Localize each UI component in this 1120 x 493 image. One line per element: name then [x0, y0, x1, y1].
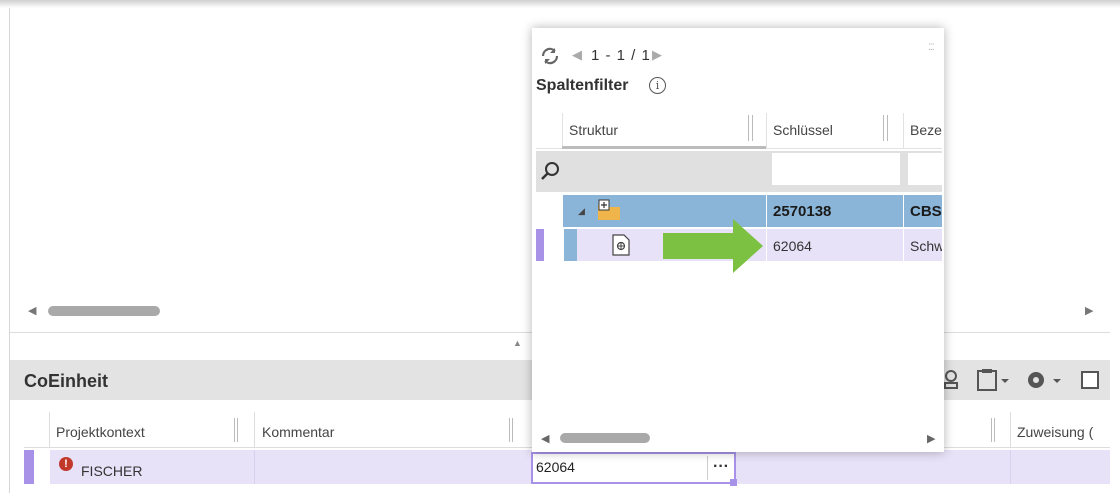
row-gap [544, 229, 564, 261]
pager-next-icon[interactable]: ▶ [652, 47, 662, 63]
cell-divider [766, 229, 767, 261]
column-header-struktur[interactable]: Struktur [569, 122, 618, 138]
green-arrow-annotation [663, 219, 763, 273]
left-border [9, 8, 10, 493]
scroll-left-arrow-icon[interactable]: ◀ [28, 304, 36, 317]
pager-prev-icon[interactable]: ◀ [572, 47, 582, 63]
cell-divider [766, 195, 767, 227]
row-selection-marker [536, 229, 544, 261]
maximize-icon[interactable] [1081, 371, 1099, 389]
popup-title: Spaltenfilter [536, 77, 629, 94]
drag-grip-icon[interactable]: ⁚⁚⁚ [928, 42, 935, 53]
gear-icon[interactable] [1025, 368, 1069, 397]
column-divider [254, 412, 255, 448]
column-header-projektkontext[interactable]: Projektkontext [56, 424, 145, 440]
search-icon[interactable] [540, 160, 562, 182]
column-header-zuweisung[interactable]: Zuweisung ( [1017, 424, 1110, 440]
column-divider [903, 113, 904, 149]
top-shadow [0, 0, 1120, 8]
horizontal-scrollbar-thumb[interactable] [48, 306, 160, 316]
column-resize-handle[interactable] [234, 418, 238, 442]
column-resize-handle[interactable] [883, 115, 888, 141]
refresh-icon[interactable] [540, 47, 560, 70]
expand-toggle-icon[interactable]: ◢ [578, 206, 585, 217]
popup-scrollbar-thumb[interactable] [560, 433, 650, 443]
info-icon[interactable]: i [649, 77, 666, 94]
cell-divider [1010, 450, 1011, 484]
column-divider [766, 113, 767, 149]
column-resize-handle[interactable] [748, 115, 753, 141]
folder-icon [597, 199, 621, 226]
resize-handle[interactable] [730, 479, 737, 486]
column-resize-handle[interactable] [509, 418, 513, 442]
cell-projektkontext[interactable]: FISCHER [81, 463, 142, 479]
error-icon: ! [59, 457, 73, 471]
clipboard-icon[interactable] [976, 368, 1012, 397]
window: ◀ ▶ ▲ CoEinheit Projektkontext Kommentar… [0, 0, 1120, 493]
input-divider [707, 456, 708, 480]
scroll-right-arrow-icon[interactable]: ▶ [1085, 304, 1093, 317]
coeinheit-input-value[interactable]: 62064 [536, 459, 575, 475]
popup-scroll-right-icon[interactable]: ▶ [927, 432, 935, 445]
column-header-kommentar[interactable]: Kommentar [262, 424, 334, 440]
cell-divider [903, 229, 904, 261]
row-gap [34, 450, 50, 484]
row-key: 2570138 [773, 203, 832, 220]
row-selector-header [24, 412, 50, 448]
column-header-schluessel[interactable]: Schlüssel [773, 122, 833, 138]
row-description: CBS [910, 203, 942, 220]
row-description: Schw [910, 238, 942, 254]
column-divider [562, 113, 563, 149]
collapse-toggle-icon[interactable]: ▲ [513, 338, 522, 348]
cell-divider [903, 195, 904, 227]
panel-title: CoEinheit [24, 371, 108, 391]
cell-divider [254, 450, 255, 484]
lookup-button[interactable]: ··· [713, 458, 729, 476]
filter-input-schluessel[interactable] [772, 153, 900, 185]
row-selector[interactable] [536, 195, 563, 227]
document-icon [612, 234, 630, 261]
column-sort-indicator [562, 146, 766, 149]
row-selection-marker [24, 450, 34, 484]
filter-input-bezeichnung[interactable] [908, 153, 942, 185]
tree-indent-marker [564, 229, 577, 261]
popup-scroll-left-icon[interactable]: ◀ [541, 432, 549, 445]
row-key: 62064 [773, 238, 812, 254]
column-resize-handle[interactable] [991, 418, 995, 442]
pager-info: 1 - 1 / 1 [591, 47, 651, 64]
column-divider [1010, 412, 1011, 448]
column-header-bezeichnung[interactable]: Beze [910, 122, 942, 138]
